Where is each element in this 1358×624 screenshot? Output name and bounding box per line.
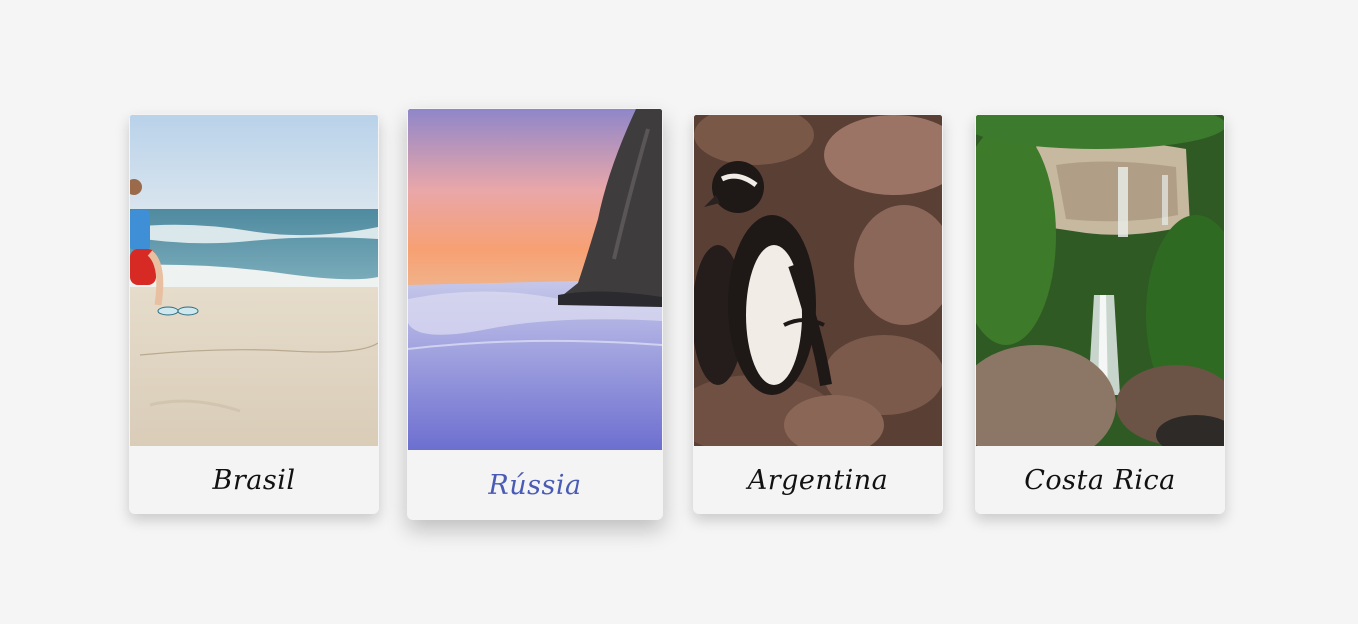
beach-boy-photo bbox=[130, 115, 378, 446]
penguins-rocks-photo bbox=[694, 115, 942, 446]
card-label: Argentina bbox=[747, 464, 889, 496]
card-label: Brasil bbox=[212, 464, 296, 496]
card-label: Costa Rica bbox=[1024, 464, 1176, 496]
card-label: Rússia bbox=[488, 469, 582, 501]
card-costa-rica[interactable]: Costa Rica bbox=[975, 114, 1225, 514]
card-argentina[interactable]: Argentina bbox=[693, 114, 943, 514]
card-russia[interactable]: Rússia bbox=[407, 108, 663, 520]
card-brasil[interactable]: Brasil bbox=[129, 114, 379, 514]
destination-gallery: Brasil Rússia Argentina Costa Rica bbox=[0, 0, 1358, 624]
waterfall-jungle-photo bbox=[976, 115, 1224, 446]
sunset-snow-cliff-photo bbox=[408, 109, 662, 450]
